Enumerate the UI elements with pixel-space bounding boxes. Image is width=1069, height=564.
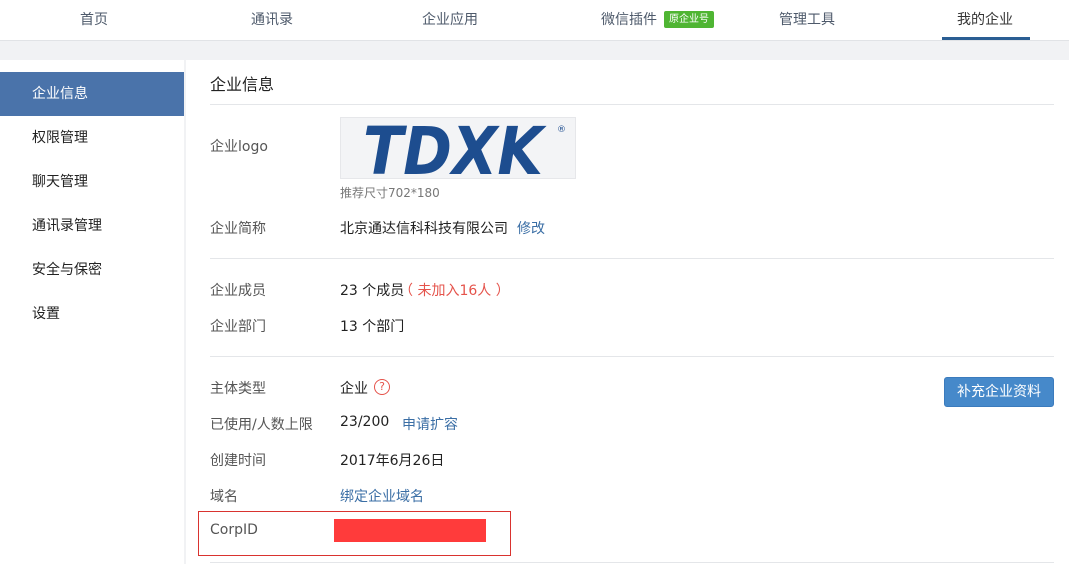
logo-image: TDXK ® <box>363 113 566 190</box>
domain-label: 域名 <box>210 489 238 505</box>
sidebar-item-security[interactable]: 安全与保密 <box>0 248 184 292</box>
not-joined-count[interactable]: （ 未加入16人 ） <box>399 280 510 300</box>
sidebar-item-enterprise-info[interactable]: 企业信息 <box>0 72 184 116</box>
registered-mark: ® <box>557 125 566 135</box>
former-enterprise-badge: 原企业号 <box>664 11 714 28</box>
nav-wechat-plugin[interactable]: 微信插件 <box>596 0 662 41</box>
short-name-value: 北京通达信科科技有限公司 <box>340 221 508 237</box>
logo-wordmark: TDXK <box>363 118 547 180</box>
apply-expansion-link[interactable]: 申请扩容 <box>402 414 458 434</box>
sidebar-item-settings[interactable]: 设置 <box>0 292 184 336</box>
nav-management-tools[interactable]: 管理工具 <box>767 0 847 41</box>
nav-my-enterprise[interactable]: 我的企业 <box>945 0 1025 41</box>
logo-size-hint: 推荐尺寸702*180 <box>340 186 440 200</box>
nav-enterprise-apps[interactable]: 企业应用 <box>410 0 490 41</box>
enterprise-logo[interactable]: TDXK ® <box>340 113 576 190</box>
nav-contacts[interactable]: 通讯录 <box>236 0 308 41</box>
short-name-label: 企业简称 <box>210 221 266 237</box>
created-value: 2017年6月26日 <box>340 453 445 469</box>
divider <box>210 356 1054 357</box>
help-icon[interactable]: ? <box>374 379 390 395</box>
sidebar-item-contacts-management[interactable]: 通讯录管理 <box>0 204 184 248</box>
nav-home[interactable]: 首页 <box>64 0 124 41</box>
seat-limit-value: 23/200 <box>340 414 390 430</box>
page-title: 企业信息 <box>210 75 275 94</box>
entity-type-label: 主体类型 <box>210 381 266 397</box>
main-panel: 企业信息 企业logo TDXK ® 推荐尺寸702*180 企业简称 北京通达… <box>186 60 1069 564</box>
entity-type-value: 企业 <box>340 381 368 397</box>
sidebar: 企业信息 权限管理 聊天管理 通讯录管理 安全与保密 设置 <box>0 60 184 564</box>
members-value: 23 个成员 <box>340 283 405 299</box>
departments-value: 13 个部门 <box>340 319 405 335</box>
departments-label: 企业部门 <box>210 319 266 335</box>
seat-limit-label: 已使用/人数上限 <box>210 417 313 433</box>
divider <box>210 562 1054 563</box>
active-tab-indicator <box>942 37 1030 40</box>
sidebar-item-permissions[interactable]: 权限管理 <box>0 116 184 160</box>
created-label: 创建时间 <box>210 453 266 469</box>
divider <box>210 104 1054 105</box>
corpid-highlight <box>198 511 511 556</box>
sidebar-item-chat-management[interactable]: 聊天管理 <box>0 160 184 204</box>
supplement-info-button[interactable]: 补充企业资料 <box>944 377 1054 407</box>
members-label: 企业成员 <box>210 283 266 299</box>
top-navigation: 首页 通讯录 企业应用 微信插件 原企业号 管理工具 我的企业 <box>0 0 1069 41</box>
bind-domain-link[interactable]: 绑定企业域名 <box>340 486 424 506</box>
divider <box>210 258 1054 259</box>
logo-label: 企业logo <box>210 139 268 155</box>
edit-name-link[interactable]: 修改 <box>517 218 545 238</box>
